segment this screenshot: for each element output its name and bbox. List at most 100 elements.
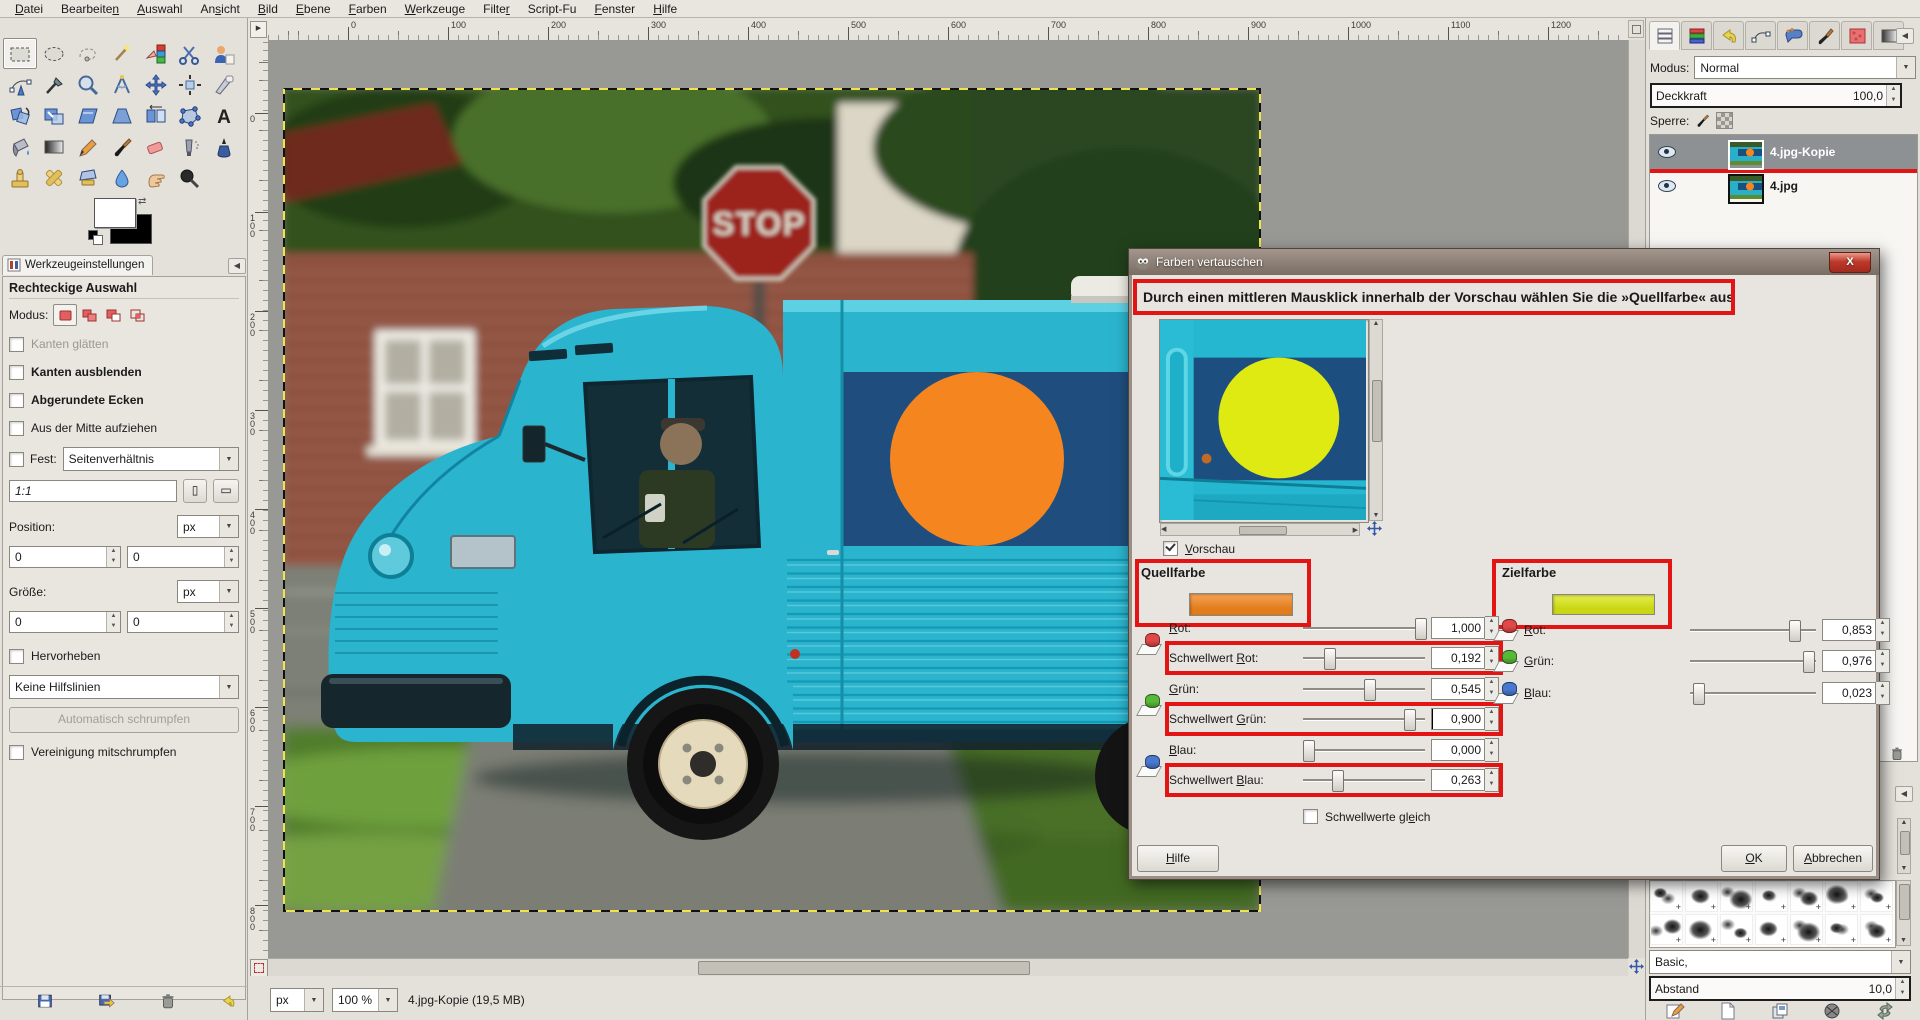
selection-mode-replace[interactable] <box>53 304 77 326</box>
guides-select[interactable]: Keine Hilfslinien▼ <box>9 675 239 699</box>
preview-pan-icon[interactable] <box>1367 521 1382 539</box>
channel-icon[interactable] <box>1137 693 1165 717</box>
tool-move[interactable] <box>139 69 173 100</box>
opacity-slider[interactable]: Deckkraft 100,0 ▲▼ <box>1650 83 1902 108</box>
dock-tab-paths[interactable] <box>1745 21 1776 50</box>
foreground-color-swatch[interactable] <box>94 198 136 228</box>
brush-cell-0[interactable]: + <box>1650 881 1683 912</box>
option-checkbox-2[interactable] <box>9 393 24 408</box>
collapse-right-dock-icon[interactable]: ◀ <box>1896 28 1914 44</box>
brush-cell-9[interactable]: + <box>1720 914 1753 945</box>
option-checkbox-0[interactable] <box>9 337 24 352</box>
slider-track[interactable] <box>1303 740 1425 760</box>
brush-cell-7[interactable]: + <box>1650 914 1683 945</box>
tool-pencil[interactable] <box>71 131 105 162</box>
pan-view-icon[interactable] <box>1628 958 1645 975</box>
brush-cell-2[interactable]: + <box>1720 881 1753 912</box>
channel-icon[interactable] <box>1494 681 1522 705</box>
slider-knob[interactable] <box>1324 648 1336 670</box>
brush-cell-5[interactable]: + <box>1825 881 1858 912</box>
dialog-titlebar[interactable]: Farben vertauschen X <box>1129 249 1879 275</box>
cancel-button[interactable]: Abbrechen <box>1793 845 1873 872</box>
slider-knob[interactable] <box>1803 651 1815 673</box>
option-checkbox-1[interactable] <box>9 365 24 380</box>
menu-ansicht[interactable]: Ansicht <box>191 1 248 17</box>
swap-colors-icon[interactable]: ⇄ <box>138 196 146 207</box>
tool-perspective-clone[interactable] <box>71 162 105 193</box>
default-colors-icon[interactable] <box>88 230 102 244</box>
slider-track[interactable] <box>1303 648 1425 668</box>
preview-toggle[interactable]: Vorschau <box>1163 541 1235 556</box>
tool-airbrush[interactable] <box>173 131 207 162</box>
layer-delete-icon[interactable] <box>1889 746 1905 765</box>
threshold-equal-checkbox[interactable] <box>1303 809 1318 824</box>
value-input[interactable]: 0,900 <box>1431 708 1485 730</box>
dock-tab-brushes[interactable] <box>1809 21 1840 50</box>
value-input[interactable]: 0,976 <box>1822 650 1876 672</box>
portrait-icon[interactable]: ▯ <box>183 479 207 503</box>
slider-track[interactable] <box>1303 709 1425 729</box>
size-unit-select[interactable]: px▼ <box>177 580 239 603</box>
source-color-swatch[interactable] <box>1189 593 1293 616</box>
collapse-brushes-dock-icon[interactable]: ◀ <box>1895 786 1913 802</box>
position-x-input[interactable]: 0▲▼ <box>9 546 121 568</box>
horizontal-ruler[interactable]: 0100200300400500600700800900100011001200 <box>268 18 1628 41</box>
channel-icon[interactable] <box>1494 618 1522 642</box>
brush-cell-4[interactable]: + <box>1790 881 1823 912</box>
slider-track[interactable] <box>1303 679 1425 699</box>
tool-shear[interactable] <box>71 100 105 131</box>
slider-track[interactable] <box>1303 770 1425 790</box>
tool-measure[interactable] <box>105 69 139 100</box>
layer-visibility-icon[interactable] <box>1658 146 1676 158</box>
tool-clone[interactable] <box>3 162 37 193</box>
tool-flip[interactable] <box>139 100 173 131</box>
image-menu-button[interactable]: ▶ <box>250 21 267 38</box>
status-unit-select[interactable]: px▼ <box>270 988 324 1012</box>
value-input[interactable]: 0,000 <box>1431 739 1485 761</box>
preview-area[interactable] <box>1159 319 1369 523</box>
tool-perspective[interactable] <box>105 100 139 131</box>
tool-smudge[interactable] <box>139 162 173 193</box>
brush-spacing-slider[interactable]: Abstand 10,0 ▲▼ <box>1649 976 1911 1001</box>
value-spinner[interactable]: ▲▼ <box>1876 649 1890 673</box>
slider-track[interactable] <box>1690 683 1816 703</box>
menu-filter[interactable]: Filter <box>474 1 519 17</box>
slider-track[interactable] <box>1303 618 1425 638</box>
slider-knob[interactable] <box>1404 709 1416 731</box>
layer-thumbnail[interactable] <box>1728 174 1764 204</box>
menu-ebene[interactable]: Ebene <box>287 1 340 17</box>
dock-tab-undo-history[interactable] <box>1713 21 1744 50</box>
layer-row-4.jpg[interactable]: 4.jpg <box>1650 169 1917 203</box>
tool-cage-transform[interactable] <box>173 100 207 131</box>
preview-checkbox[interactable] <box>1163 541 1178 556</box>
edit-brush-icon[interactable] <box>1665 1002 1685 1020</box>
dock-tab-layers[interactable] <box>1649 21 1680 50</box>
tool-scissors-select[interactable] <box>173 38 207 69</box>
value-input[interactable]: 1,000 <box>1431 617 1485 639</box>
dock-tab-channels[interactable] <box>1681 21 1712 50</box>
canvas-image[interactable]: STOP <box>283 88 1261 912</box>
canvas-hscrollbar[interactable] <box>268 958 1628 976</box>
fixed-checkbox[interactable] <box>9 452 24 467</box>
status-zoom-select[interactable]: 100 %▼ <box>332 988 398 1012</box>
brush-cell-3[interactable]: + <box>1755 881 1788 912</box>
brush-cell-11[interactable]: + <box>1790 914 1823 945</box>
value-input[interactable]: 0,263 <box>1431 769 1485 791</box>
tool-ellipse-select[interactable] <box>37 38 71 69</box>
preset-restore-icon[interactable] <box>97 993 115 1013</box>
layer-mode-select[interactable]: Normal▼ <box>1694 56 1916 79</box>
menu-bearbeiten[interactable]: Bearbeiten <box>52 1 128 17</box>
slider-track[interactable] <box>1690 620 1816 640</box>
menu-datei[interactable]: Datei <box>6 1 52 17</box>
quick-mask-toggle[interactable] <box>250 959 268 977</box>
value-spinner[interactable]: ▲▼ <box>1485 738 1499 762</box>
brush-cell-8[interactable]: + <box>1685 914 1718 945</box>
hidden-list-scrollbar[interactable]: ▲ ▼ <box>1897 818 1911 874</box>
brush-scrollbar[interactable]: ▼ <box>1896 880 1911 946</box>
layer-row-4.jpg-Kopie[interactable]: 4.jpg-Kopie <box>1650 135 1917 169</box>
slider-knob[interactable] <box>1693 683 1705 705</box>
brush-cell-1[interactable]: + <box>1685 881 1718 912</box>
size-y-input[interactable]: 0▲▼ <box>127 611 239 633</box>
help-button[interactable]: Hilfe <box>1137 845 1219 872</box>
tool-gradient[interactable] <box>37 131 71 162</box>
